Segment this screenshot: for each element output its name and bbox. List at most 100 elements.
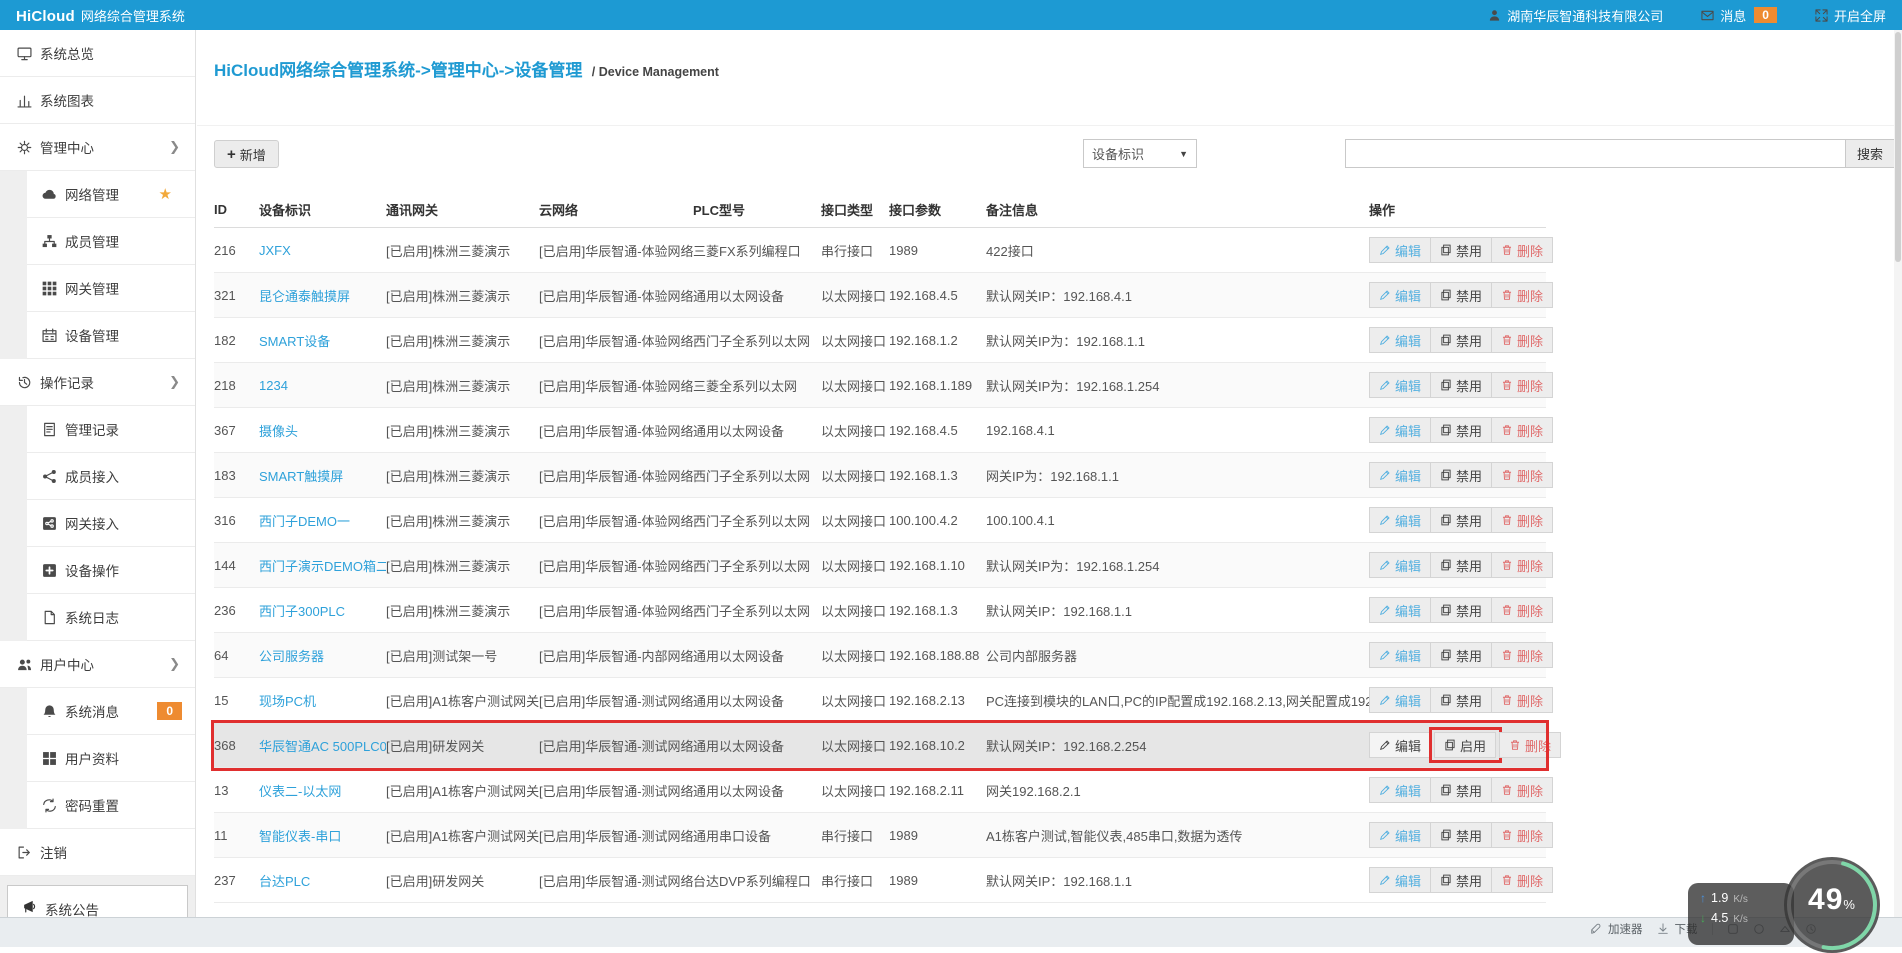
cell-cloud: [已启用]华辰智通-测试网络 bbox=[539, 691, 693, 710]
row-edit-button[interactable]: 编辑 bbox=[1369, 327, 1431, 353]
toggle-pages bbox=[1440, 289, 1452, 301]
device-link[interactable]: 现场PC机 bbox=[259, 694, 316, 709]
sidebar-item-management-center[interactable]: 管理中心❯ bbox=[0, 124, 195, 171]
sidebar-item-network-management[interactable]: 网络管理★ bbox=[27, 171, 195, 218]
row-delete-button[interactable]: 删除 bbox=[1499, 732, 1561, 758]
row-enable-button[interactable]: 启用 bbox=[1434, 732, 1496, 758]
row-edit-button[interactable]: 编辑 bbox=[1369, 372, 1431, 398]
cell-actions: 编辑禁用删除 bbox=[1369, 462, 1546, 488]
row-disable-button[interactable]: 禁用 bbox=[1430, 507, 1492, 533]
row-delete-button[interactable]: 删除 bbox=[1491, 642, 1553, 668]
row-disable-button[interactable]: 禁用 bbox=[1430, 597, 1492, 623]
device-link[interactable]: 台达PLC bbox=[259, 874, 310, 889]
row-delete-button[interactable]: 删除 bbox=[1491, 687, 1553, 713]
search-input[interactable] bbox=[1345, 139, 1845, 168]
row-disable-button[interactable]: 禁用 bbox=[1430, 282, 1492, 308]
sidebar-item-system-messages[interactable]: 系统消息0 bbox=[27, 688, 195, 735]
row-delete-button[interactable]: 删除 bbox=[1491, 282, 1553, 308]
sidebar-item-system-logs[interactable]: 系统日志 bbox=[27, 594, 195, 641]
sidebar-item-system-charts[interactable]: 系统图表 bbox=[0, 77, 195, 124]
search-button[interactable]: 搜索 bbox=[1845, 139, 1895, 168]
sidebar-item-user-center[interactable]: 用户中心❯ bbox=[0, 641, 195, 688]
row-delete-button[interactable]: 删除 bbox=[1491, 462, 1553, 488]
device-link[interactable]: SMART触摸屏 bbox=[259, 469, 343, 484]
device-link[interactable]: 摄像头 bbox=[259, 424, 298, 439]
row-edit-button[interactable]: 编辑 bbox=[1369, 777, 1431, 803]
row-delete-button[interactable]: 删除 bbox=[1491, 372, 1553, 398]
row-delete-button[interactable]: 删除 bbox=[1491, 237, 1553, 263]
sidebar-item-operation-records[interactable]: 操作记录❯ bbox=[0, 359, 195, 406]
cell-interface-param: 192.168.10.2 bbox=[889, 738, 986, 753]
row-edit-button[interactable]: 编辑 bbox=[1369, 417, 1431, 443]
row-disable-button[interactable]: 禁用 bbox=[1430, 327, 1492, 353]
device-link[interactable]: 西门子300PLC bbox=[259, 604, 345, 619]
accelerator-item[interactable]: 加速器 bbox=[1590, 921, 1643, 937]
row-delete-button[interactable]: 删除 bbox=[1491, 507, 1553, 533]
edit-pencil bbox=[1379, 739, 1391, 751]
row-edit-button[interactable]: 编辑 bbox=[1369, 507, 1431, 533]
row-disable-button[interactable]: 禁用 bbox=[1430, 867, 1492, 893]
toggle-pages bbox=[1440, 694, 1452, 706]
sidebar-item-member-management[interactable]: 成员管理 bbox=[27, 218, 195, 265]
row-edit-button[interactable]: 编辑 bbox=[1369, 867, 1431, 893]
row-disable-button[interactable]: 禁用 bbox=[1430, 642, 1492, 668]
sidebar-item-device-operations[interactable]: 设备操作 bbox=[27, 547, 195, 594]
row-delete-button[interactable]: 删除 bbox=[1491, 327, 1553, 353]
row-delete-button[interactable]: 删除 bbox=[1491, 822, 1553, 848]
scrollbar-thumb[interactable] bbox=[1895, 32, 1901, 262]
sidebar-item-gateway-management[interactable]: 网关管理 bbox=[27, 265, 195, 312]
row-edit-button[interactable]: 编辑 bbox=[1369, 642, 1431, 668]
row-edit-button[interactable]: 编辑 bbox=[1369, 552, 1431, 578]
device-link[interactable]: 西门子DEMO一 bbox=[259, 514, 350, 529]
row-disable-button[interactable]: 禁用 bbox=[1430, 822, 1492, 848]
sidebar-item-system-overview[interactable]: 系统总览 bbox=[0, 30, 195, 77]
row-edit-button[interactable]: 编辑 bbox=[1369, 822, 1431, 848]
row-edit-button[interactable]: 编辑 bbox=[1369, 237, 1431, 263]
row-delete-button[interactable]: 删除 bbox=[1491, 417, 1553, 443]
device-link[interactable]: SMART设备 bbox=[259, 334, 330, 349]
row-delete-button[interactable]: 删除 bbox=[1491, 597, 1553, 623]
percent-gauge-overlay[interactable]: 49% bbox=[1784, 857, 1880, 953]
cell-plc-model: 通用以太网设备 bbox=[693, 646, 821, 665]
sidebar-item-gateway-access[interactable]: 网关接入 bbox=[27, 500, 195, 547]
row-edit-button[interactable]: 编辑 bbox=[1369, 597, 1431, 623]
row-edit-button[interactable]: 编辑 bbox=[1369, 687, 1431, 713]
device-link[interactable]: 昆仑通泰触摸屏 bbox=[259, 289, 350, 304]
sidebar-item-password-reset[interactable]: 密码重置 bbox=[27, 782, 195, 829]
device-link[interactable]: 仪表二-以太网 bbox=[259, 784, 341, 799]
sidebar-item-logout[interactable]: 注销 bbox=[0, 829, 195, 876]
device-link[interactable]: JXFX bbox=[259, 243, 291, 258]
device-link[interactable]: 西门子演示DEMO箱二 bbox=[259, 559, 386, 574]
sidebar-item-device-management[interactable]: 设备管理 bbox=[27, 312, 195, 359]
table-body: 216JXFX[已启用]株洲三菱演示[已启用]华辰智通-体验网络三菱FX系列编程… bbox=[214, 228, 1546, 903]
device-link[interactable]: 1234 bbox=[259, 378, 288, 393]
row-edit-button[interactable]: 编辑 bbox=[1369, 282, 1431, 308]
row-edit-button[interactable]: 编辑 bbox=[1369, 462, 1431, 488]
row-delete-button[interactable]: 删除 bbox=[1491, 867, 1553, 893]
device-link[interactable]: 智能仪表-串口 bbox=[259, 829, 341, 844]
cell-remark: 默认网关IP为：192.168.1.254 bbox=[986, 376, 1369, 395]
row-disable-button[interactable]: 禁用 bbox=[1430, 552, 1492, 578]
row-disable-button[interactable]: 禁用 bbox=[1430, 372, 1492, 398]
company-menu[interactable]: 湖南华辰智通科技有限公司 bbox=[1488, 6, 1663, 25]
sidebar-item-user-profile[interactable]: 用户资料 bbox=[27, 735, 195, 782]
messages-menu[interactable]: 消息 0 bbox=[1701, 6, 1777, 25]
row-disable-button[interactable]: 禁用 bbox=[1430, 462, 1492, 488]
device-link[interactable]: 公司服务器 bbox=[259, 649, 324, 664]
vertical-scrollbar[interactable] bbox=[1894, 30, 1902, 928]
filter-field-select[interactable]: 设备标识 ▼ bbox=[1083, 139, 1197, 168]
row-disable-button[interactable]: 禁用 bbox=[1430, 417, 1492, 443]
sidebar-item-member-access[interactable]: 成员接入 bbox=[27, 453, 195, 500]
row-disable-button[interactable]: 禁用 bbox=[1430, 237, 1492, 263]
row-delete-button[interactable]: 删除 bbox=[1491, 552, 1553, 578]
device-link[interactable]: 华辰智通AC 500PLC001 bbox=[259, 739, 386, 754]
add-device-button[interactable]: + 新增 bbox=[214, 140, 279, 168]
row-disable-button[interactable]: 禁用 bbox=[1430, 687, 1492, 713]
row-disable-button[interactable]: 禁用 bbox=[1430, 777, 1492, 803]
edit-pencil bbox=[1379, 334, 1391, 346]
row-delete-button[interactable]: 删除 bbox=[1491, 777, 1553, 803]
row-edit-button[interactable]: 编辑 bbox=[1369, 732, 1431, 758]
sidebar-item-management-records[interactable]: 管理记录 bbox=[27, 406, 195, 453]
cell-remark: 网关IP为：192.168.1.1 bbox=[986, 466, 1369, 485]
fullscreen-button[interactable]: 开启全屏 bbox=[1815, 6, 1886, 25]
